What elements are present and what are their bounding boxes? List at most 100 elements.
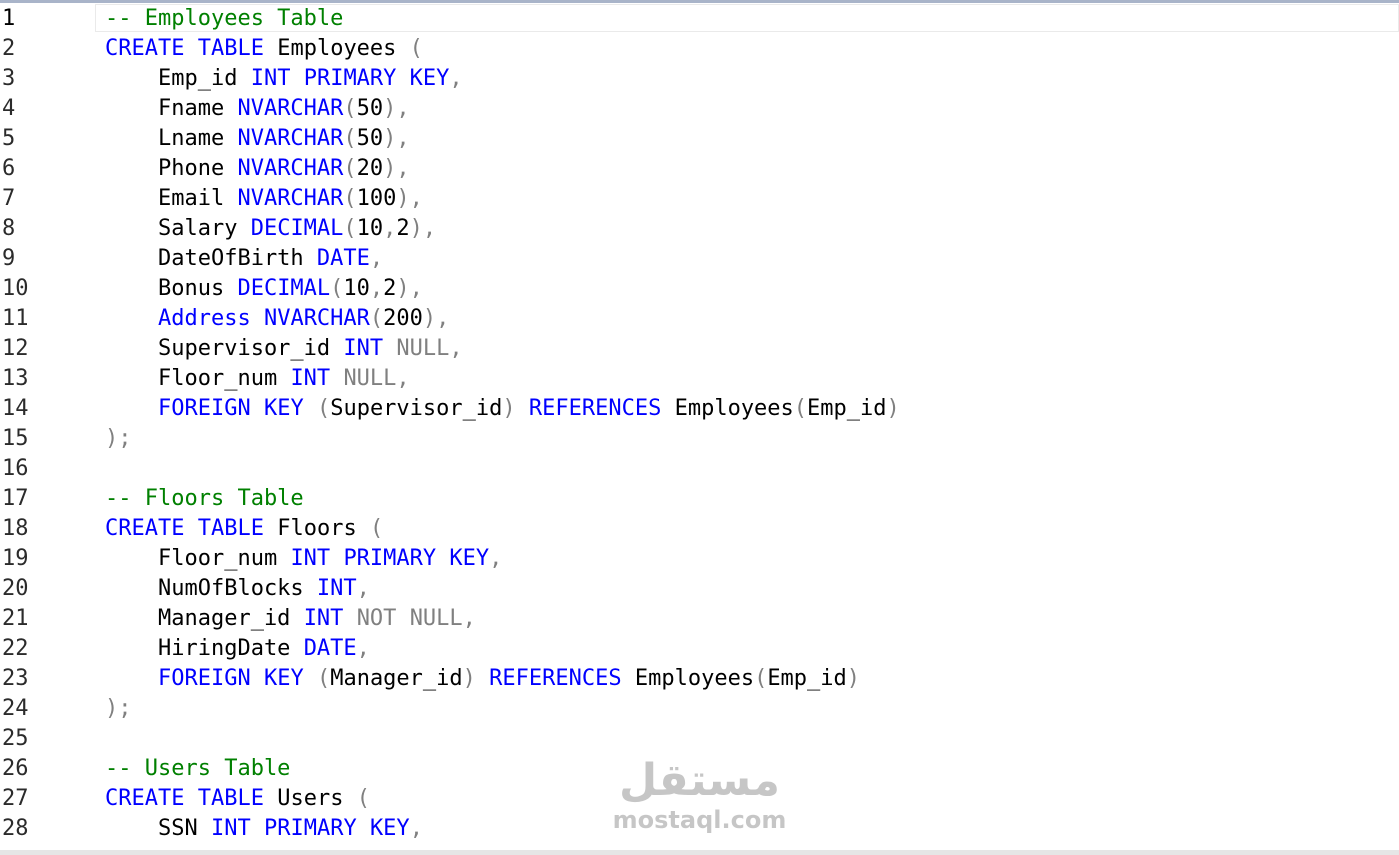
sql-keyword: NVARCHAR	[237, 126, 344, 151]
line-number: 10	[2, 276, 29, 301]
code-line[interactable]: Floor_num INT NULL,	[105, 364, 1399, 394]
sql-punctuation: )	[502, 396, 516, 421]
sql-identifier: Manager_id	[105, 606, 304, 631]
code-line[interactable]: NumOfBlocks INT,	[105, 574, 1399, 604]
code-line[interactable]: -- Employees Table	[105, 4, 1399, 34]
sql-keyword: PRIMARY	[263, 816, 357, 841]
sql-identifier: Salary	[105, 216, 251, 241]
sql-identifier	[251, 396, 264, 421]
horizontal-scrollbar[interactable]	[0, 850, 1399, 855]
sql-identifier: SSN	[105, 816, 211, 841]
sql-identifier	[330, 546, 343, 571]
line-number: 9	[2, 246, 16, 271]
code-line[interactable]: DateOfBirth DATE,	[105, 244, 1399, 274]
code-editor[interactable]: 1 2 3 4 5 6 7 8 9 10 11 12 13 14 15 16 17 18 19 20 21 22 23 24 2…	[0, 0, 1399, 855]
code-line[interactable]: Email NVARCHAR(100),	[105, 184, 1399, 214]
sql-punctuation: ),	[383, 96, 410, 121]
code-line[interactable]: Emp_id INT PRIMARY KEY,	[105, 64, 1399, 94]
sql-keyword: NVARCHAR	[237, 96, 344, 121]
sql-keyword: TABLE	[197, 516, 264, 541]
sql-identifier: DateOfBirth	[105, 246, 317, 271]
code-text-area[interactable]: -- Employees Table CREATE TABLE Employees…	[105, 4, 1399, 844]
code-line[interactable]: CREATE TABLE Floors (	[105, 514, 1399, 544]
code-line[interactable]: Bonus DECIMAL(10,2),	[105, 274, 1399, 304]
sql-punctuation: ),	[422, 306, 450, 331]
sql-punctuation: (	[343, 186, 357, 211]
sql-system-keyword: NOT	[356, 606, 397, 631]
sql-identifier	[304, 666, 317, 691]
sql-identifier: 200	[383, 306, 423, 331]
code-line[interactable]	[105, 454, 1399, 484]
sql-keyword: INT	[210, 816, 251, 841]
line-number: 5	[2, 126, 16, 151]
line-number: 18	[2, 516, 29, 541]
sql-identifier: Phone	[105, 156, 238, 181]
code-line[interactable]: FOREIGN KEY (Supervisor_id) REFERENCES E…	[105, 394, 1399, 424]
line-number: 23	[2, 666, 29, 691]
sql-system-keyword: NULL	[409, 606, 463, 631]
code-line[interactable]: Floor_num INT PRIMARY KEY,	[105, 544, 1399, 574]
sql-punctuation: ,	[396, 366, 410, 391]
sql-punctuation: (	[409, 36, 423, 61]
code-line[interactable]: -- Floors Table	[105, 484, 1399, 514]
sql-keyword: CREATE	[105, 36, 185, 61]
code-line[interactable]: );	[105, 424, 1399, 454]
line-number: 17	[2, 486, 29, 511]
sql-identifier	[290, 66, 303, 91]
sql-keyword: DECIMAL	[237, 276, 331, 301]
sql-identifier: 100	[356, 186, 397, 211]
sql-identifier	[251, 666, 264, 691]
sql-punctuation: ,	[369, 246, 384, 271]
code-line[interactable]: Phone NVARCHAR(20),	[105, 154, 1399, 184]
sql-punctuation: ,	[356, 576, 370, 601]
sql-keyword: TABLE	[197, 36, 264, 61]
sql-identifier: 50	[356, 96, 384, 121]
code-line[interactable]: Address NVARCHAR(200),	[105, 304, 1399, 334]
sql-identifier	[343, 606, 356, 631]
sql-identifier	[251, 816, 264, 841]
sql-identifier: 10	[343, 276, 370, 301]
line-number: 19	[2, 546, 29, 571]
sql-keyword: CREATE	[105, 786, 185, 811]
sql-keyword: INT	[343, 336, 384, 361]
code-line[interactable]: Manager_id INT NOT NULL,	[105, 604, 1399, 634]
line-number: 22	[2, 636, 29, 661]
sql-identifier: Supervisor_id	[105, 336, 344, 361]
code-line[interactable]: CREATE TABLE Employees (	[105, 34, 1399, 64]
sql-punctuation: ,	[449, 336, 463, 361]
sql-identifier: HiringDate	[105, 636, 304, 661]
mostaql-watermark-logo: مستقل mostaql.com	[612, 755, 787, 840]
code-line[interactable]: Salary DECIMAL(10,2),	[105, 214, 1399, 244]
line-number: 28	[2, 816, 29, 841]
code-line[interactable]	[105, 724, 1399, 754]
code-line[interactable]: Lname NVARCHAR(50),	[105, 124, 1399, 154]
code-line[interactable]: Supervisor_id INT NULL,	[105, 334, 1399, 364]
sql-punctuation: ),	[396, 276, 423, 301]
sql-punctuation: );	[105, 696, 132, 721]
code-line[interactable]: HiringDate DATE,	[105, 634, 1399, 664]
sql-punctuation: (	[369, 306, 384, 331]
sql-identifier: 20	[356, 156, 384, 181]
sql-identifier: Bonus	[105, 276, 238, 301]
watermark-latin-text: mostaql.com	[612, 806, 787, 834]
sql-punctuation: (	[330, 276, 344, 301]
line-number: 11	[2, 306, 29, 331]
sql-punctuation: ),	[383, 126, 410, 151]
editor-top-border	[0, 0, 1399, 3]
sql-identifier: 50	[356, 126, 384, 151]
line-number: 14	[2, 396, 29, 421]
sql-keyword: INT	[290, 546, 331, 571]
sql-identifier	[330, 366, 343, 391]
sql-keyword: INT	[250, 66, 291, 91]
sql-punctuation: ,	[462, 606, 476, 631]
sql-identifier	[251, 306, 264, 331]
code-line[interactable]: );	[105, 694, 1399, 724]
sql-system-keyword: NULL	[396, 336, 450, 361]
sql-keyword: REFERENCES	[489, 666, 622, 691]
sql-identifier: Users	[263, 786, 357, 811]
sql-punctuation: (	[343, 126, 357, 151]
code-line[interactable]: Fname NVARCHAR(50),	[105, 94, 1399, 124]
code-line[interactable]: FOREIGN KEY (Manager_id) REFERENCES Empl…	[105, 664, 1399, 694]
line-number: 12	[2, 336, 29, 361]
sql-identifier: Manager_id	[330, 666, 463, 691]
